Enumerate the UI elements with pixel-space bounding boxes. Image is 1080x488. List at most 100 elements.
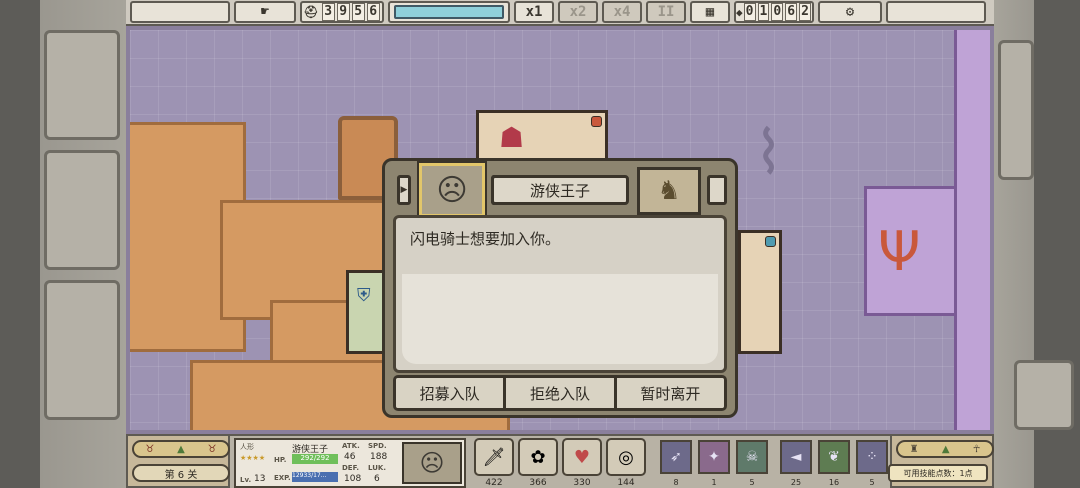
hp-label: HP. [274,456,287,464]
skill-value: 330 [573,478,591,488]
demon-head-icon: ♉ [207,443,217,455]
prev-arrow-button[interactable]: ▶ [397,175,411,205]
violet-region [954,30,990,430]
reject-button[interactable]: 拒绝入队 [506,378,617,408]
timer-display: ⛑ 3 9 5 6 [300,1,384,23]
demon-icon: ☗ [499,121,525,154]
next-arrow-button[interactable] [707,175,727,205]
heart-icon[interactable]: ♥ [562,438,602,476]
shield-icon: ⛨ [357,285,371,306]
item-count: 1 [711,478,717,487]
tile-tag-icon [591,116,602,127]
gold-digit: 6 [785,3,798,21]
frame-panel [44,280,120,420]
sword-icon[interactable]: 🗡 [474,438,514,476]
right-frame [994,0,1080,488]
def-value: 108 [344,474,362,484]
timer-digit: 9 [336,3,350,21]
rose-icon[interactable]: ✿ [518,438,558,476]
pause-button[interactable]: II [646,1,686,23]
bandaged-hero-icon: ☹ [419,449,445,477]
exp-value: 12933/17... [292,472,338,482]
lv-label: Lv. [240,476,252,484]
recruit-button[interactable]: 招募入队 [396,378,507,408]
bandaged-hero-icon: ☹ [436,172,468,208]
gold-display: ◆ 0 1 0 6 2 [734,1,814,23]
shuriken-icon[interactable]: ✦ [698,440,730,474]
hero-name-bar: 游侠王子 [491,175,629,205]
spd-label: SPD. [368,442,387,450]
leave-button[interactable]: 暂时离开 [616,378,724,408]
frame-panel [998,40,1034,180]
up-arrow-icon: ▲ [941,443,950,455]
top-right-slot [886,1,986,23]
mask-icon[interactable]: ☠ [736,440,768,474]
lightning-knight-icon: ♞ [657,176,681,206]
speed-x1-button[interactable]: x1 [514,1,554,23]
timer-digit: 5 [351,3,365,21]
lv-value: 13 [254,474,266,484]
demon-head-icon: ♉ [145,443,155,455]
speed-x4-button[interactable]: x4 [602,1,642,23]
knight-portrait[interactable]: ♞ [637,167,701,215]
luk-label: LUK. [368,464,386,472]
skill-value: 144 [617,478,635,488]
item-count: 25 [790,478,802,487]
bow-icon[interactable]: ➶ [660,440,692,474]
recruit-dialog: ▶ ☹ ◀ 游侠王子 ♞ 闪电骑士想要加入你。 招募入队 拒绝入队 暂时离开 [382,158,738,418]
pointing-hand-icon[interactable]: ☛ [234,1,296,23]
timer-digit: 6 [366,3,380,21]
item-count: 5 [869,478,875,487]
tile-tag-icon [765,236,776,247]
timer-digit: 3 [321,3,335,21]
hp-value: 292/292 [292,454,338,464]
stars-icon: ★★★★ [240,454,266,462]
speed-x2-button[interactable]: x2 [558,1,598,23]
def-label: DEF. [342,464,360,472]
frame-panel [1014,360,1074,430]
medal-icon[interactable]: ◎ [606,438,646,476]
viking-helmet-icon: ⛑ [303,5,319,19]
dialog-buttons: 招募入队 拒绝入队 暂时离开 [393,375,727,411]
bottom-bar: 人形 游侠王子 ★★★★ HP. 292/292 Lv. 13 EXP. 129… [230,434,890,488]
arrow-icon[interactable]: ◄ [780,440,812,474]
trident-icon: Ψ [878,220,921,283]
gear-icon[interactable]: ⚙ [818,1,882,23]
skill-points-label: 可用技能点数：1点 [888,464,988,482]
monster-tile[interactable] [738,230,782,354]
bottom-right-panel: ♜ ▲ ☥ 可用技能点数：1点 [888,434,994,488]
luk-value: 6 [374,474,380,484]
item-count: 8 [673,478,679,487]
speed-bar [394,5,504,19]
frame-panel [44,150,120,270]
bottom-left-panel: ♉ ▲ ♉ 第 6 关 [126,434,230,488]
hero-portrait[interactable]: ☹ [419,163,485,217]
hero-avatar[interactable]: ☹ [402,442,462,484]
team-nav[interactable]: ♜ ▲ ☥ [896,440,994,458]
message-box: 闪电骑士想要加入你。 [393,215,727,373]
hero-stats-card: 人形 游侠王子 ★★★★ HP. 292/292 Lv. 13 EXP. 129… [234,438,466,488]
atk-value: 46 [344,452,356,462]
item-count: 16 [828,478,840,487]
leaf-icon[interactable]: ❦ [818,440,850,474]
exp-label: EXP. [274,474,291,482]
scythe-decor-icon: ⌇ [754,118,784,188]
speech-bubble [402,274,718,364]
dialog-message: 闪电骑士想要加入你。 [410,230,561,248]
dice-icon[interactable]: ⁘ [856,440,888,474]
hero-class: 人形 [240,443,254,451]
top-left-slot [130,1,230,23]
gold-coin-icon: ◆ [736,5,743,19]
up-arrow-icon: ▲ [177,443,185,455]
map-icon[interactable]: ▦ [690,1,730,23]
top-bar: ☛ ⛑ 3 9 5 6 x1 x2 x4 II ▦ ◆ 0 1 0 6 2 ⚙ [126,0,994,26]
gold-digit: 1 [757,3,770,21]
speed-meter [388,1,510,23]
skill-value: 422 [485,478,503,488]
level-nav[interactable]: ♉ ▲ ♉ [132,440,230,458]
left-frame [0,0,126,488]
item-count: 5 [749,478,755,487]
person-icon: ☥ [972,443,981,455]
hero-tile[interactable]: ⛨ [346,270,386,354]
frame-panel [44,30,120,140]
